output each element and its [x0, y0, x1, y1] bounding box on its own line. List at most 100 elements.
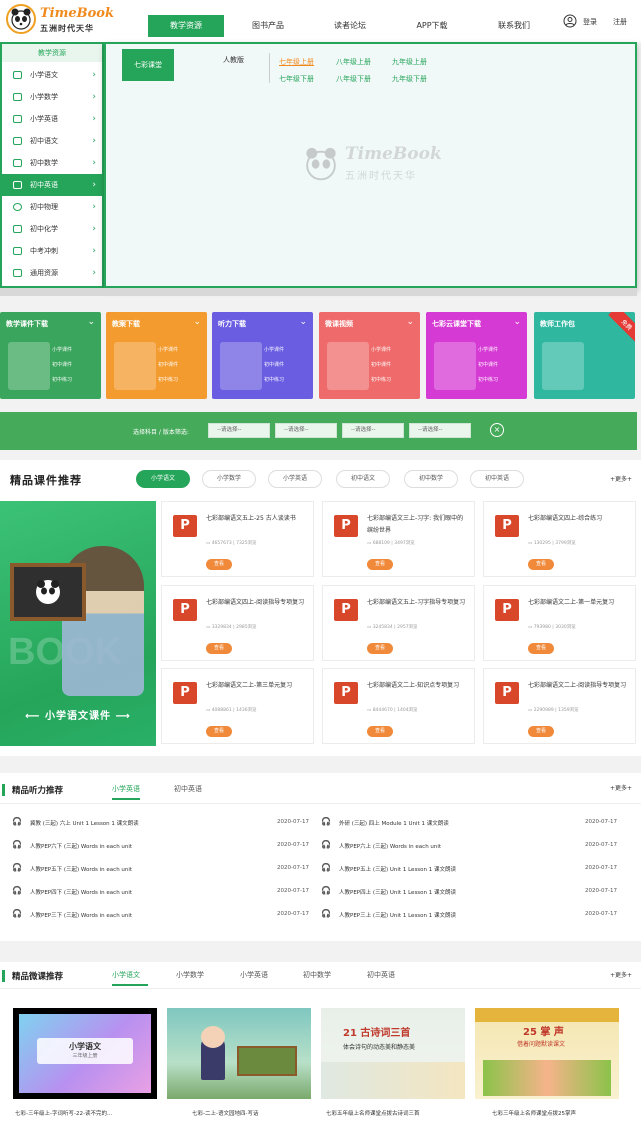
sidebar-item-junior-english[interactable]: 初中英语 › — [2, 174, 102, 196]
grade-select[interactable]: --请选择-- — [342, 423, 404, 438]
grade-9-down[interactable]: 九年级下册 — [392, 74, 427, 84]
category-card[interactable]: 教学课件下载 ⌄ 小学课件 初中课件 初中练习 — [0, 312, 101, 399]
category-link[interactable]: 小学课件 — [478, 346, 498, 353]
video-caption[interactable]: 七彩-三年级上-字词听写-22-读不完的... — [15, 1109, 112, 1117]
card-title[interactable]: 七彩部编语文五上-习字指导专项复习 — [367, 597, 469, 609]
category-card[interactable]: 听力下载 ⌄ 小学课件 初中课件 初中练习 — [212, 312, 313, 399]
tab-junior-english[interactable]: 初中英语 — [174, 784, 202, 794]
category-card[interactable]: 七彩云课堂下载 ⌄ 小学课件 初中课件 初中练习 — [426, 312, 527, 399]
category-link[interactable]: 初中练习 — [371, 376, 391, 383]
video-caption[interactable]: 七彩三年级上名师课堂点拨25掌声 — [492, 1109, 576, 1117]
listening-title-text[interactable]: 冀教 (三起) 六上 Unit 1 Lesson 1 课文朗读 — [30, 819, 139, 827]
sidebar-item-primary-english[interactable]: 小学英语 › — [2, 108, 102, 130]
listening-row[interactable]: 🎧 人教PEP六上 (三起) Words in each unit 2020-07-… — [321, 840, 621, 852]
sidebar-item-exam-sprint[interactable]: 中考冲刺 › — [2, 240, 102, 262]
category-link[interactable]: 小学课件 — [52, 346, 72, 353]
listening-title-text[interactable]: 人教PEP四下 (三起) Words in each unit — [30, 888, 132, 896]
category-link[interactable]: 初中课件 — [478, 361, 498, 368]
listening-title-text[interactable]: 人教PEP五上 (三起) Unit 1 Lesson 1 课文朗读 — [339, 865, 456, 873]
edition-select[interactable]: --请选择-- — [275, 423, 337, 438]
category-link[interactable]: 初中练习 — [264, 376, 284, 383]
view-button[interactable]: 查看 — [206, 643, 232, 654]
courseware-card[interactable]: P 七彩部编语文二上-第三单元复习 ▭ 4088861 | 1436浏览 查看 — [161, 668, 314, 744]
listening-row[interactable]: 🎧 外研 (三起) 四上 Module 1 Unit 1 课文朗读 2020-07-… — [321, 817, 621, 829]
grade-8-up[interactable]: 八年级上册 — [336, 57, 371, 67]
nav-app-download[interactable]: APP下载 — [394, 15, 470, 37]
courseware-card[interactable]: P 七彩部编语文五上-25 古人谈读书 ▭ 4657673 | 7325浏览 查看 — [161, 501, 314, 577]
courseware-tab[interactable]: 初中英语 — [470, 470, 524, 488]
category-link[interactable]: 初中练习 — [52, 376, 72, 383]
video-thumb-2[interactable] — [167, 1008, 311, 1099]
logo[interactable]: TimeBook 五洲时代天华 — [6, 4, 116, 34]
listening-title-text[interactable]: 人教PEP五下 (三起) Words in each unit — [30, 865, 132, 873]
category-link[interactable]: 初中课件 — [52, 361, 72, 368]
card-title[interactable]: 七彩部编语文二上-知识点专项复习 — [367, 680, 469, 692]
sidebar-item-junior-math[interactable]: 初中数学 › — [2, 152, 102, 174]
grade-7-down[interactable]: 七年级下册 — [279, 74, 314, 84]
sidebar-item-junior-physics[interactable]: 初中物理 › — [2, 196, 102, 218]
card-title[interactable]: 七彩部编语文二上-第一单元复习 — [528, 597, 630, 609]
tab-primary-english[interactable]: 小学英语 — [112, 784, 140, 800]
listening-row[interactable]: 🎧 人教PEP六下 (三起) Words in each unit 2020-07-… — [12, 840, 312, 852]
view-button[interactable]: 查看 — [528, 643, 554, 654]
sidebar-item-junior-chinese[interactable]: 初中语文 › — [2, 130, 102, 152]
listening-row[interactable]: 🎧 人教PEP五下 (三起) Words in each unit 2020-07-… — [12, 863, 312, 875]
category-card[interactable]: 微课视频 ⌄ 小学课件 初中课件 初中练习 — [319, 312, 420, 399]
tab-primary-math[interactable]: 小学数学 — [176, 970, 204, 980]
video-thumb-3[interactable]: 21 古诗词三首 体会诗句的动态美和静态美 — [321, 1008, 465, 1099]
listening-title-text[interactable]: 人教PEP六上 (三起) Words in each unit — [339, 842, 441, 850]
courseware-tab[interactable]: 初中语文 — [336, 470, 390, 488]
listening-row[interactable]: 🎧 人教PEP四下 (三起) Words in each unit 2020-07-… — [12, 886, 312, 898]
listening-more-link[interactable]: +更多+ — [610, 783, 632, 792]
subject-select[interactable]: --请选择-- — [208, 423, 270, 438]
card-title[interactable]: 七彩部编语文五上-25 古人谈读书 — [206, 513, 308, 525]
card-title[interactable]: 七彩部编语文三上-习字: 我们眼中的缤纷世界 — [367, 513, 469, 537]
micro-more-link[interactable]: +更多+ — [610, 970, 632, 979]
courseware-card[interactable]: P 七彩部编语文四上-阅读指导专项复习 ▭ 3329834 | 2985浏览 查看 — [161, 585, 314, 661]
view-button[interactable]: 查看 — [528, 726, 554, 737]
view-button[interactable]: 查看 — [206, 726, 232, 737]
user-icon[interactable] — [563, 14, 577, 30]
category-link[interactable]: 小学课件 — [371, 346, 391, 353]
category-link[interactable]: 初中练习 — [158, 376, 178, 383]
card-title[interactable]: 七彩部编语文二上-阅读指导专项复习 — [528, 680, 630, 692]
courseware-more-link[interactable]: +更多+ — [610, 474, 632, 483]
close-icon[interactable]: × — [490, 423, 504, 437]
sidebar-item-junior-chemistry[interactable]: 初中化学 › — [2, 218, 102, 240]
category-link[interactable]: 初中课件 — [371, 361, 391, 368]
video-thumb-4[interactable]: 25 掌 声 借着问题默读课文 — [475, 1008, 619, 1099]
nav-contact[interactable]: 联系我们 — [476, 15, 552, 37]
listening-row[interactable]: 🎧 人教PEP三上 (三起) Unit 1 Lesson 1 课文朗读 2020-0… — [321, 909, 621, 921]
courseware-card[interactable]: P 七彩部编语文二上-知识点专项复习 ▭ 8444670 | 1404浏览 查看 — [322, 668, 475, 744]
nav-books[interactable]: 图书产品 — [230, 15, 306, 37]
nav-forum[interactable]: 读者论坛 — [312, 15, 388, 37]
category-card[interactable]: 教案下载 ⌄ 小学课件 初中课件 初中练习 — [106, 312, 207, 399]
listening-title-text[interactable]: 人教PEP三下 (三起) Words in each unit — [30, 911, 132, 919]
video-caption[interactable]: 七彩-二上-语文园地四-写话 — [192, 1109, 258, 1117]
volume-select[interactable]: --请选择-- — [409, 423, 471, 438]
listening-row[interactable]: 🎧 冀教 (三起) 六上 Unit 1 Lesson 1 课文朗读 2020-07-… — [12, 817, 312, 829]
grade-8-down[interactable]: 八年级下册 — [336, 74, 371, 84]
courseware-card[interactable]: P 七彩部编语文二上-第一单元复习 ▭ 793980 | 3030浏览 查看 — [483, 585, 636, 661]
view-button[interactable]: 查看 — [367, 643, 393, 654]
courseware-card[interactable]: P 七彩部编语文二上-阅读指导专项复习 ▭ 2290989 | 1359浏览 查看 — [483, 668, 636, 744]
courseware-tab[interactable]: 小学数学 — [202, 470, 256, 488]
card-title[interactable]: 七彩部编语文四上-阅读指导专项复习 — [206, 597, 308, 609]
courseware-tab[interactable]: 小学英语 — [268, 470, 322, 488]
tab-primary-chinese[interactable]: 小学语文 — [112, 970, 148, 986]
tab-primary-english[interactable]: 小学英语 — [240, 970, 268, 980]
listening-title-text[interactable]: 人教PEP六下 (三起) Words in each unit — [30, 842, 132, 850]
category-link[interactable]: 小学课件 — [264, 346, 284, 353]
video-caption[interactable]: 七彩五年级上名师课堂点拨古诗词三首 — [326, 1109, 420, 1117]
courseware-tab[interactable]: 小学语文 — [136, 470, 190, 488]
sidebar-item-general[interactable]: 通用资源 › — [2, 262, 102, 284]
grade-9-up[interactable]: 九年级上册 — [392, 57, 427, 67]
courseware-banner[interactable]: BOOK ⟵ 小学语文课件 ⟶ — [0, 501, 156, 746]
listening-title-text[interactable]: 人教PEP三上 (三起) Unit 1 Lesson 1 课文朗读 — [339, 911, 456, 919]
video-thumb-1[interactable]: 小学语文 三年级上册 — [13, 1008, 157, 1099]
courseware-tab[interactable]: 初中数学 — [404, 470, 458, 488]
tab-junior-math[interactable]: 初中数学 — [303, 970, 331, 980]
listening-title-text[interactable]: 人教PEP四上 (三起) Unit 1 Lesson 1 课文朗读 — [339, 888, 456, 896]
view-button[interactable]: 查看 — [528, 559, 554, 570]
view-button[interactable]: 查看 — [206, 559, 232, 570]
